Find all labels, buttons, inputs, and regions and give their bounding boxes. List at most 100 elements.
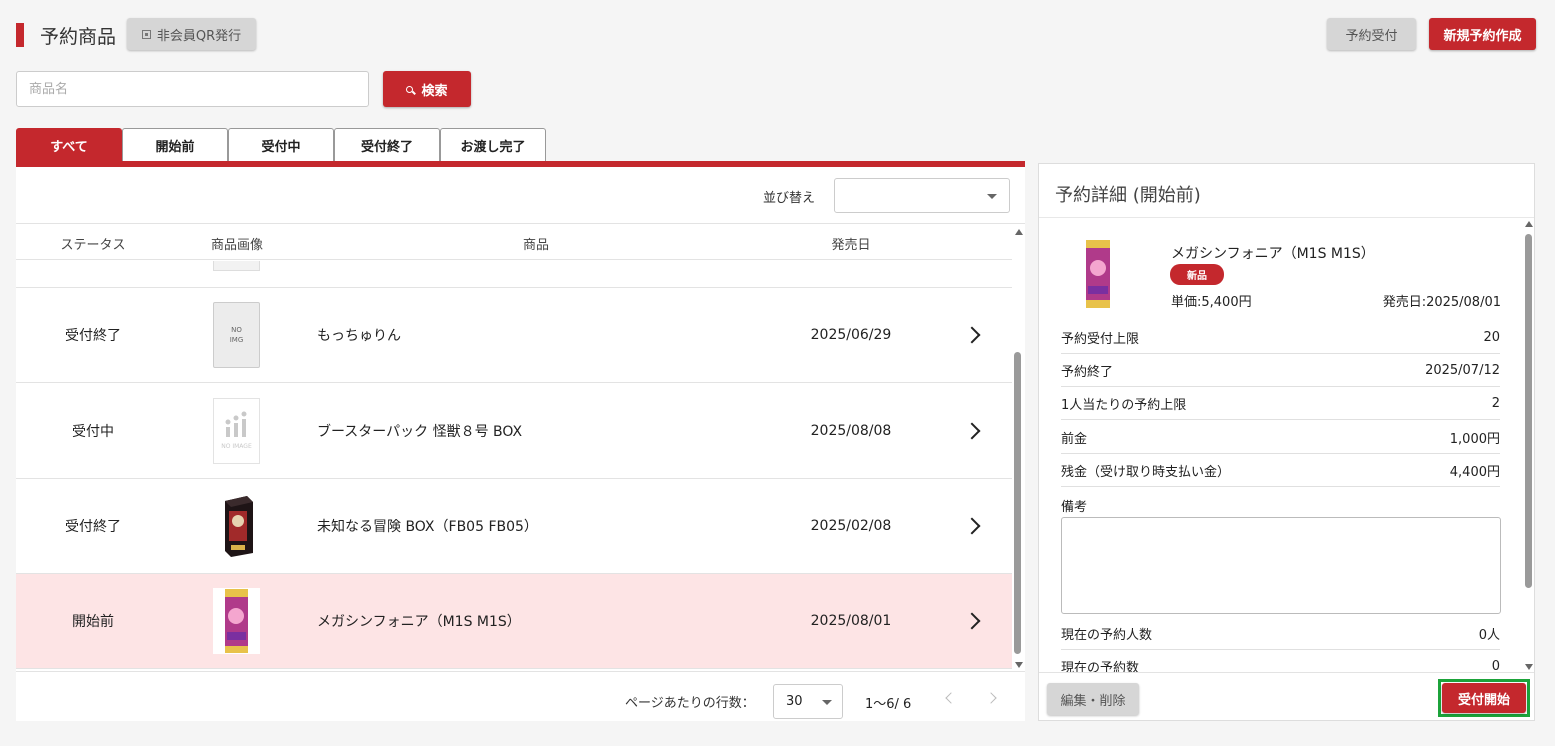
scroll-up-icon[interactable] xyxy=(1015,229,1023,235)
prev-page-icon[interactable] xyxy=(945,692,957,704)
condition-badge: 新品 xyxy=(1170,264,1224,285)
chevron-down-icon xyxy=(987,194,997,199)
row-product-name: メガシンフォニア（M1S M1S） xyxy=(317,614,521,630)
field-label: 残金（受け取り時支払い金） xyxy=(1061,465,1231,480)
detail-product-image xyxy=(1086,240,1110,308)
column-header-status: ステータス xyxy=(60,238,126,253)
qr-code-icon xyxy=(141,29,151,39)
new-reservation-button[interactable]: 新規予約作成 xyxy=(1429,18,1536,50)
row-product-name: もっちゅりん xyxy=(317,328,401,344)
field-label: 前金 xyxy=(1061,432,1088,447)
issue-guest-qr-label: 非会員QR発行 xyxy=(156,28,242,44)
table-row[interactable]: 受付終了 NO IMG もっちゅりん 2025/06/29 xyxy=(16,288,1012,383)
rows-per-page-value: 30 xyxy=(786,694,803,709)
pagination-bar: ページあたりの行数： 30 1〜6/ 6 xyxy=(16,671,1025,721)
field-value: 20 xyxy=(1483,330,1500,345)
chevron-right-icon[interactable] xyxy=(963,517,981,535)
reservation-detail-panel: 予約詳細 (開始前) メガシンフォニア（M1S M1S） 新品 単価:5,400… xyxy=(1038,163,1535,721)
note-textarea[interactable] xyxy=(1061,517,1501,614)
detail-product-name: メガシンフォニア（M1S M1S） xyxy=(1171,246,1375,262)
product-pack-image xyxy=(213,588,260,654)
field-value: 4,400円 xyxy=(1449,465,1500,480)
issue-guest-qr-button[interactable]: 非会員QR発行 xyxy=(127,18,256,50)
product-name-search-input[interactable] xyxy=(16,71,369,107)
detail-release-date: 発売日:2025/08/01 xyxy=(1382,295,1501,310)
scroll-down-icon[interactable] xyxy=(1525,664,1533,670)
field-label: 1人当たりの予約上限 xyxy=(1061,398,1187,413)
rows-per-page-label: ページあたりの行数： xyxy=(625,696,755,711)
tab-all[interactable]: すべて xyxy=(16,128,122,161)
field-per-person-limit: 1人当たりの予約上限 2 xyxy=(1061,388,1500,420)
field-label: 予約終了 xyxy=(1061,365,1114,380)
detail-actions: 編集・削除 受付開始 xyxy=(1039,672,1534,720)
no-img-placeholder: NO IMG xyxy=(213,302,260,368)
detail-scrollbar-thumb[interactable] xyxy=(1525,234,1532,588)
column-header-product: 商品 xyxy=(522,238,550,253)
no-img-label: NO IMG xyxy=(229,326,244,344)
sort-label: 並び替え xyxy=(763,191,816,206)
list-scrollbar-thumb[interactable] xyxy=(1014,352,1021,654)
product-box-image xyxy=(225,496,253,557)
search-button[interactable]: 検索 xyxy=(383,71,471,107)
field-reservation-end: 予約終了 2025/07/12 xyxy=(1061,355,1500,387)
unit-price: 単価:5,400円 xyxy=(1171,295,1252,310)
stat-value: 0 xyxy=(1491,658,1500,673)
table-row-partial[interactable] xyxy=(16,261,1012,288)
product-thumbnail xyxy=(213,261,260,271)
reservation-list-panel: 並び替え ステータス 商品画像 商品 発売日 受付終了 NO IMG もっちゅり… xyxy=(16,167,1025,721)
field-value: 1,000円 xyxy=(1449,432,1500,447)
table-row[interactable]: 受付中 NO IMAGE ブースターパック 怪獣８号 BOX 2025/08/0… xyxy=(16,384,1012,479)
field-deposit: 前金 1,000円 xyxy=(1061,422,1500,454)
page-range: 1〜6/ 6 xyxy=(865,697,912,712)
row-product-name: ブースターパック 怪獣８号 BOX xyxy=(317,424,523,440)
row-product-name: 未知なる冒険 BOX（FB05 FB05） xyxy=(317,519,538,535)
field-value: 2025/07/12 xyxy=(1425,363,1500,378)
table-row-selected[interactable]: 開始前 メガシンフォニア（M1S M1S） 2025/08/01 xyxy=(16,574,1012,669)
page-header: 予約商品 xyxy=(16,22,116,48)
chevron-right-icon[interactable] xyxy=(963,612,981,630)
field-value: 2 xyxy=(1491,396,1500,411)
detail-body: メガシンフォニア（M1S M1S） 新品 単価:5,400円 発売日:2025/… xyxy=(1039,218,1521,672)
start-accepting-button[interactable]: 受付開始 xyxy=(1442,683,1526,713)
field-balance: 残金（受け取り時支払い金） 4,400円 xyxy=(1061,455,1500,487)
search-icon xyxy=(406,85,414,93)
row-status: 受付終了 xyxy=(65,328,121,344)
tab-closed[interactable]: 受付終了 xyxy=(334,128,440,161)
reserve-accept-button[interactable]: 予約受付 xyxy=(1327,18,1416,50)
row-release-date: 2025/08/01 xyxy=(810,613,892,629)
row-status: 開始前 xyxy=(72,614,114,630)
field-label: 予約受付上限 xyxy=(1061,332,1140,347)
scroll-up-icon[interactable] xyxy=(1525,221,1533,227)
column-header-image: 商品画像 xyxy=(210,238,264,253)
search-button-label: 検索 xyxy=(421,83,448,99)
table-body: 受付終了 NO IMG もっちゅりん 2025/06/29 受付中 NO IMA… xyxy=(16,261,1012,671)
scroll-down-icon[interactable] xyxy=(1015,662,1023,668)
column-header-release-date: 発売日 xyxy=(831,238,871,253)
table-header: ステータス 商品画像 商品 発売日 xyxy=(16,224,1012,260)
page-title: 予約商品 xyxy=(40,25,117,48)
no-image-icon xyxy=(225,411,247,437)
chevron-right-icon[interactable] xyxy=(963,326,981,344)
stat-label: 現在の予約人数 xyxy=(1061,628,1153,643)
start-button-highlight: 受付開始 xyxy=(1438,679,1530,717)
stat-value: 0人 xyxy=(1478,628,1500,643)
note-label: 備考 xyxy=(1061,500,1088,515)
table-row[interactable]: 受付終了 未知なる冒険 BOX（FB05 FB05） 2025/02/08 xyxy=(16,479,1012,574)
row-release-date: 2025/08/08 xyxy=(810,423,892,439)
sort-bar: 並び替え xyxy=(16,167,1025,224)
tab-before-start[interactable]: 開始前 xyxy=(122,128,228,161)
tab-accepting[interactable]: 受付中 xyxy=(228,128,334,161)
next-page-icon[interactable] xyxy=(985,692,997,704)
detail-title: 予約詳細 (開始前) xyxy=(1055,185,1201,206)
rows-per-page-select[interactable]: 30 xyxy=(773,684,843,719)
row-release-date: 2025/02/08 xyxy=(810,518,892,534)
edit-delete-button[interactable]: 編集・削除 xyxy=(1047,683,1139,715)
field-reservation-limit: 予約受付上限 20 xyxy=(1061,322,1500,354)
status-tabs: すべて 開始前 受付中 受付終了 お渡し完了 xyxy=(16,128,546,161)
sort-select[interactable] xyxy=(834,178,1010,213)
tab-delivered[interactable]: お渡し完了 xyxy=(440,128,546,161)
stat-label: 現在の予約数 xyxy=(1061,660,1140,673)
chevron-right-icon[interactable] xyxy=(963,422,981,440)
no-image-placeholder: NO IMAGE xyxy=(213,398,260,464)
no-image-label: NO IMAGE xyxy=(221,443,252,450)
